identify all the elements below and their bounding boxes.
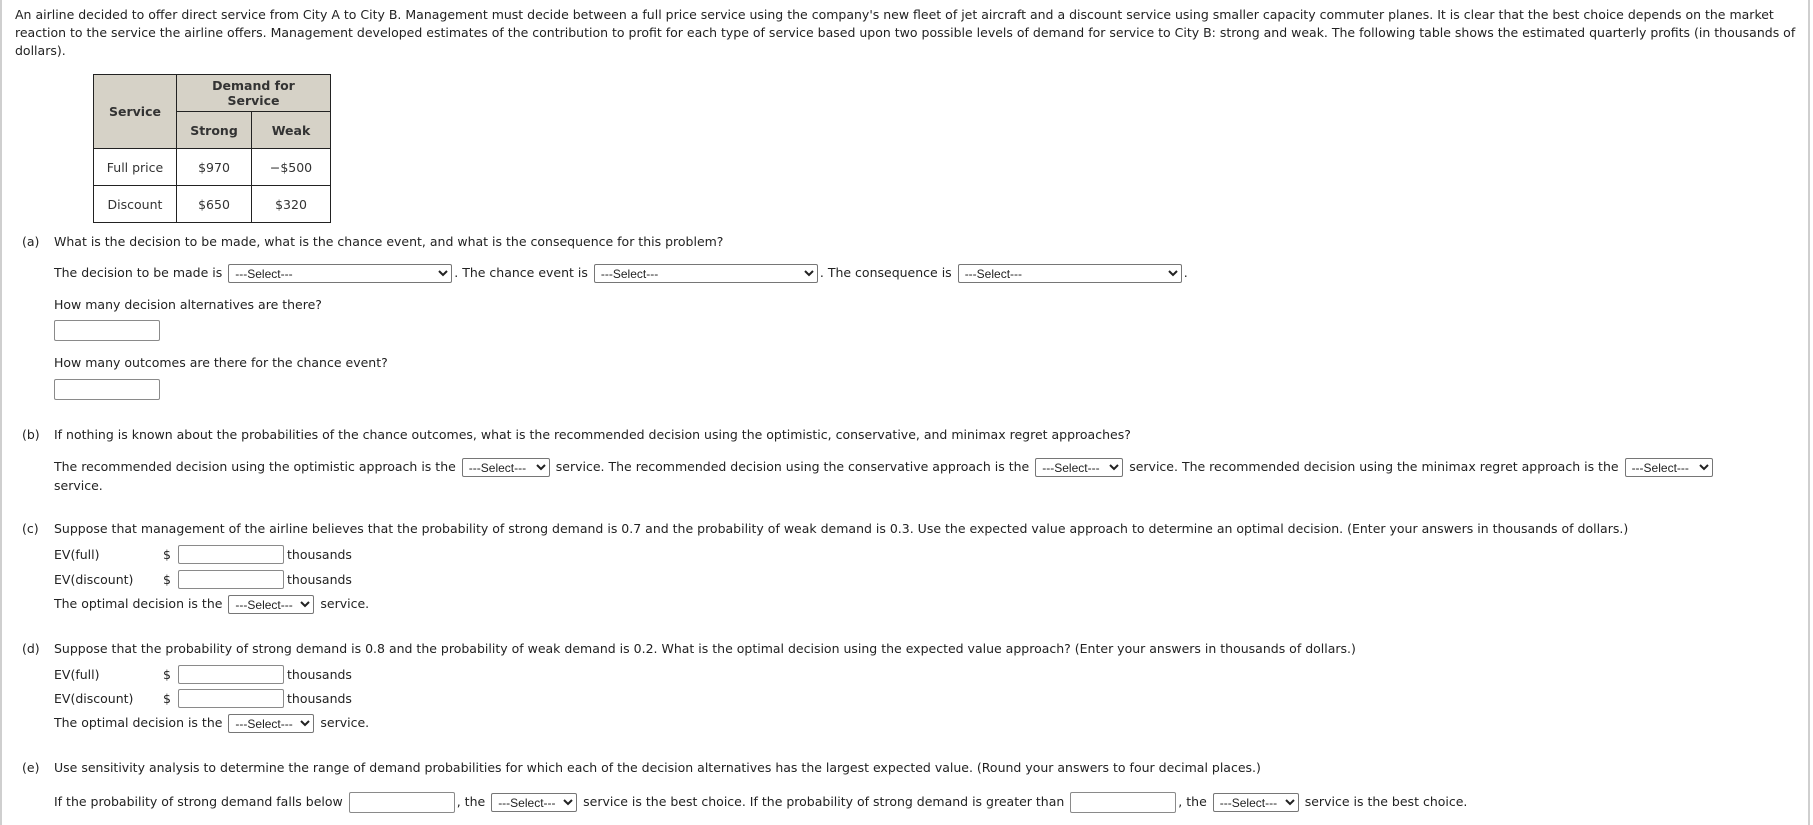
label: . The chance event is — [454, 265, 588, 280]
unit-label: thousands — [287, 691, 352, 706]
label: . — [1183, 265, 1188, 280]
row-label: Discount — [93, 185, 177, 223]
ev-discount-input[interactable] — [178, 689, 284, 708]
question-text: Use sensitivity analysis to determine th… — [54, 760, 1261, 775]
optimal-decision-select[interactable]: ---Select--- — [228, 714, 315, 733]
label: service is the best choice. If the proba… — [583, 794, 1065, 809]
ev-discount-label: EV(discount) — [54, 572, 134, 587]
label: , the — [1178, 794, 1207, 809]
table-row: Full price $970 −$500 — [93, 148, 331, 186]
optimal-decision-line: The optimal decision is the ---Select---… — [54, 595, 369, 614]
ev-full-input[interactable] — [178, 545, 284, 564]
unit-label: thousands — [287, 547, 352, 562]
part-b-end: service. — [54, 478, 103, 493]
cell-value: −$500 — [251, 148, 331, 186]
ev-full-row: EV(full) $ thousands — [0, 665, 400, 687]
group-header: Demand for Service — [176, 74, 331, 112]
column-header-weak: Weak — [251, 111, 331, 149]
minimax-regret-select[interactable]: ---Select--- — [1624, 458, 1713, 477]
unit-label: thousands — [287, 667, 352, 682]
label: service. — [320, 715, 370, 730]
alternatives-question: How many decision alternatives are there… — [54, 297, 322, 312]
label: service. The recommended decision using … — [1129, 459, 1619, 474]
part-b-question: (b) If nothing is known about the probabi… — [22, 427, 1131, 442]
label: service. — [320, 596, 370, 611]
part-a-question: (a) What is the decision to be made, what… — [22, 234, 723, 249]
question-text: Suppose that management of the airline b… — [54, 521, 1629, 536]
threshold-above-input[interactable] — [1070, 792, 1177, 813]
ev-full-label: EV(full) — [54, 667, 100, 682]
part-letter: (d) — [22, 641, 40, 656]
label: . The consequence is — [819, 265, 952, 280]
conservative-select[interactable]: ---Select--- — [1035, 458, 1124, 477]
optimal-decision-line: The optimal decision is the ---Select---… — [54, 714, 369, 733]
optimistic-select[interactable]: ---Select--- — [461, 458, 550, 477]
part-e-answer-line: If the probability of strong demand fall… — [54, 792, 1467, 813]
currency-symbol: $ — [163, 667, 171, 682]
above-choice-select[interactable]: ---Select--- — [1212, 793, 1299, 812]
part-a-answer-line: The decision to be made is ---Select---.… — [54, 264, 1188, 283]
unit-label: thousands — [287, 572, 352, 587]
table-row: Discount $650 $320 — [93, 185, 331, 223]
currency-symbol: $ — [163, 547, 171, 562]
threshold-below-input[interactable] — [348, 792, 455, 813]
part-letter: (c) — [22, 521, 39, 536]
row-header: Service — [93, 74, 177, 149]
problem-intro: An airline decided to offer direct servi… — [15, 7, 1796, 58]
consequence-select[interactable]: ---Select--- — [957, 264, 1182, 283]
ev-full-row: EV(full) $ thousands — [0, 545, 400, 567]
label: , the — [456, 794, 486, 809]
label: The recommended decision using the optim… — [54, 459, 456, 474]
part-d-question: (d) Suppose that the probability of stron… — [22, 641, 1356, 656]
outcomes-question: How many outcomes are there for the chan… — [54, 355, 388, 370]
ev-discount-row: EV(discount) $ thousands — [0, 689, 400, 711]
ev-discount-label: EV(discount) — [54, 691, 134, 706]
chance-event-select[interactable]: ---Select--- — [593, 264, 818, 283]
row-label: Full price — [93, 148, 177, 186]
question-text: What is the decision to be made, what is… — [54, 234, 724, 249]
decision-select[interactable]: ---Select--- — [228, 264, 453, 283]
label: service. The recommended decision using … — [555, 459, 1030, 474]
payoff-table: Service Demand for Service Strong Weak F… — [93, 74, 331, 223]
part-c-question: (c) Suppose that management of the airlin… — [22, 521, 1628, 536]
part-letter: (a) — [22, 234, 40, 249]
label: service is the best choice. — [1304, 794, 1468, 809]
label: The optimal decision is the — [54, 596, 223, 611]
part-letter: (b) — [22, 427, 40, 442]
question-text: If nothing is known about the probabilit… — [54, 427, 1131, 442]
label: The decision to be made is — [54, 265, 223, 280]
outcomes-input[interactable] — [54, 379, 160, 400]
ev-discount-row: EV(discount) $ thousands — [0, 570, 400, 592]
question-text: Suppose that the probability of strong d… — [54, 641, 1356, 656]
cell-value: $650 — [176, 185, 252, 223]
column-header-strong: Strong — [176, 111, 252, 149]
cell-value: $320 — [251, 185, 331, 223]
ev-full-input[interactable] — [178, 665, 284, 684]
part-e-question: (e) Use sensitivity analysis to determine… — [22, 760, 1261, 775]
label: The optimal decision is the — [54, 715, 223, 730]
cell-value: $970 — [176, 148, 252, 186]
part-b-answer-line: The recommended decision using the optim… — [54, 458, 1715, 477]
alternatives-input[interactable] — [54, 320, 160, 341]
part-letter: (e) — [22, 760, 40, 775]
label: If the probability of strong demand fall… — [54, 794, 343, 809]
currency-symbol: $ — [163, 572, 171, 587]
currency-symbol: $ — [163, 691, 171, 706]
optimal-decision-select[interactable]: ---Select--- — [228, 595, 315, 614]
below-choice-select[interactable]: ---Select--- — [491, 793, 578, 812]
ev-full-label: EV(full) — [54, 547, 100, 562]
ev-discount-input[interactable] — [178, 570, 284, 589]
